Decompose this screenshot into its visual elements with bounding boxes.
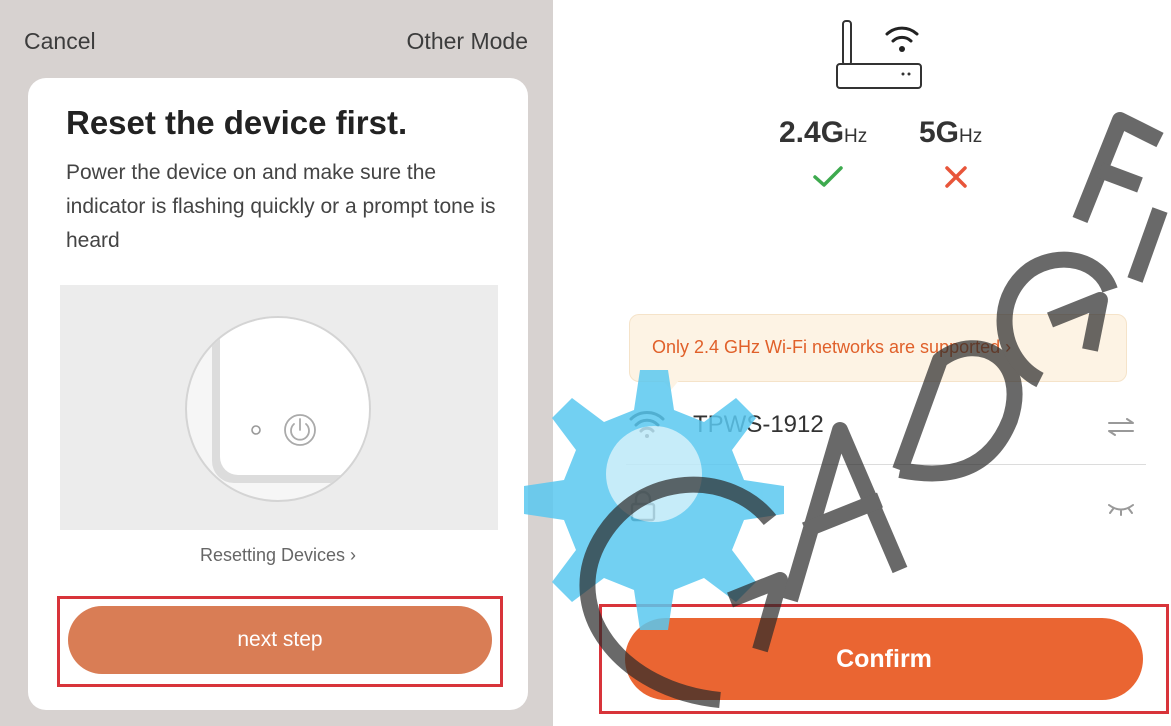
band-2-4ghz-label: 2.4GHz xyxy=(779,116,868,149)
eye-closed-icon[interactable] xyxy=(1107,502,1135,516)
cancel-button[interactable]: Cancel xyxy=(24,28,96,55)
resetting-devices-link[interactable]: Resetting Devices › xyxy=(28,545,528,566)
highlight-box-next xyxy=(57,596,503,687)
router-icon xyxy=(836,20,922,89)
wifi-icon xyxy=(629,411,665,438)
band-5ghz-label: 5GHz xyxy=(919,116,983,149)
highlight-box-confirm xyxy=(599,604,1169,714)
wifi-ssid[interactable]: TPWS-1912 xyxy=(693,411,824,439)
other-mode-button[interactable]: Other Mode xyxy=(407,28,528,55)
right-panel: 2.4GHz 5GHz Only 2.4 GHz Wi-Fi networks … xyxy=(553,0,1171,726)
notice-text: Only 2.4 GHz Wi-Fi networks are supporte… xyxy=(652,337,1012,357)
field-divider xyxy=(626,464,1146,465)
notice-pointer xyxy=(661,378,681,390)
password-input[interactable] xyxy=(689,490,1089,530)
device-illustration xyxy=(60,285,498,530)
lock-icon xyxy=(630,490,656,522)
left-panel: Cancel Other Mode Reset the device first… xyxy=(0,0,553,726)
switch-network-icon[interactable] xyxy=(1107,418,1135,436)
check-icon xyxy=(813,166,843,187)
reset-description: Power the device on and make sure the in… xyxy=(66,161,496,252)
band-notice[interactable]: Only 2.4 GHz Wi-Fi networks are supporte… xyxy=(629,314,1127,382)
page-title: Reset the device first. xyxy=(66,104,408,141)
cross-icon xyxy=(945,166,967,188)
